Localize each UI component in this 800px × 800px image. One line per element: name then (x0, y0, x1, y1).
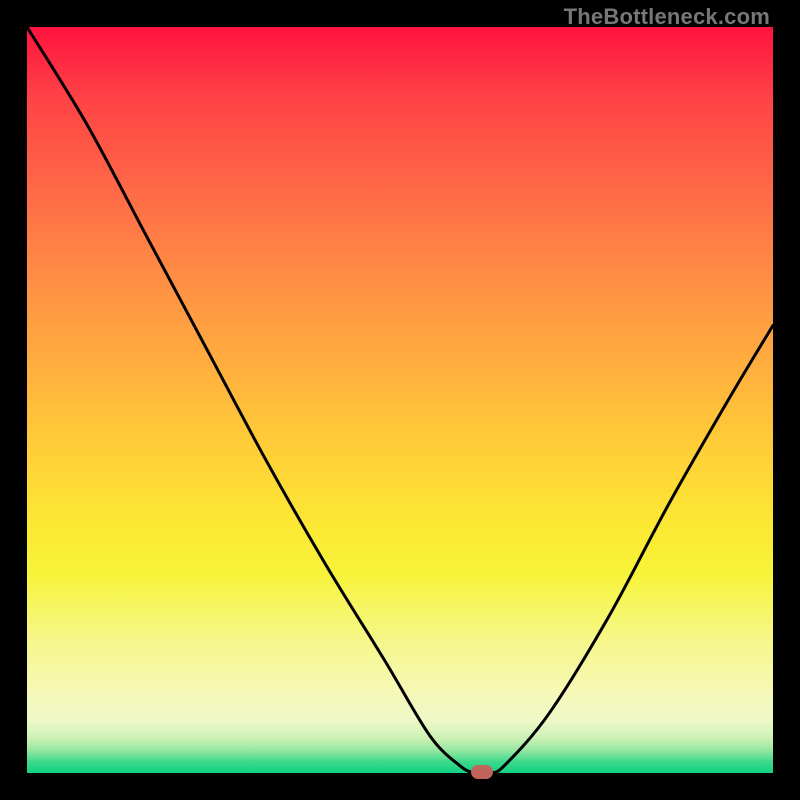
chart-min-marker (471, 765, 493, 779)
curve-path (27, 27, 773, 774)
chart-frame: TheBottleneck.com (0, 0, 800, 800)
watermark-text: TheBottleneck.com (564, 4, 770, 30)
bottleneck-curve (27, 27, 773, 773)
